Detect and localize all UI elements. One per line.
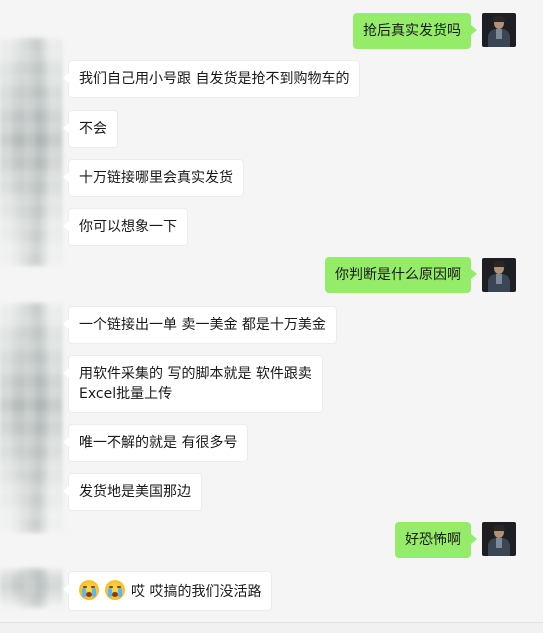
message-text: 用软件采集的 写的脚本就是 软件跟卖 Excel批量上传 (79, 366, 312, 402)
blurred-avatar[interactable] (0, 303, 62, 533)
incoming-message-bubble[interactable]: 不会 (63, 110, 118, 148)
incoming-message-bubble[interactable]: 十万链接哪里会真实发货 (63, 159, 244, 197)
message-text: 你可以想象一下 (79, 219, 177, 235)
incoming-message-bubble[interactable]: 我们自己用小号跟 自发货是抢不到购物车的 (62, 60, 361, 98)
message-text: 唯一不解的就是 有很多号 (79, 435, 238, 451)
outgoing-message-bubble[interactable]: 你判断是什么原因啊 (325, 257, 477, 293)
blurred-avatar[interactable] (0, 38, 62, 266)
chat-message-area: 抢后真实发货吗 我们自己用小号跟 自发货是抢不到购物车的 不会 十万链接哪里会真… (0, 0, 543, 633)
message-text: 不会 (79, 121, 107, 137)
incoming-message-bubble[interactable]: 发货地是美国那边 (63, 473, 202, 511)
incoming-message-bubble[interactable]: 你可以想象一下 (63, 208, 188, 246)
incoming-message-bubble[interactable]: 用软件采集的 写的脚本就是 软件跟卖 Excel批量上传 (63, 355, 323, 413)
my-avatar[interactable] (482, 522, 516, 556)
input-area-divider (0, 622, 543, 633)
my-avatar[interactable] (482, 258, 516, 292)
message-text: 你判断是什么原因啊 (335, 267, 461, 283)
message-text: 一个链接出一单 卖一美金 都是十万美金 (79, 317, 326, 333)
blurred-avatar[interactable] (0, 568, 62, 608)
incoming-message-bubble[interactable]: 哎 哎搞的我们没活路 (62, 571, 273, 611)
incoming-message-bubble[interactable]: 唯一不解的就是 有很多号 (62, 424, 249, 462)
crying-face-emoji (105, 580, 125, 600)
message-text: 哎 哎搞的我们没活路 (131, 584, 262, 600)
message-text: 抢后真实发货吗 (363, 23, 461, 39)
outgoing-message-bubble[interactable]: 好恐怖啊 (395, 522, 477, 558)
my-avatar[interactable] (482, 13, 516, 47)
message-text: 我们自己用小号跟 自发货是抢不到购物车的 (79, 71, 350, 87)
incoming-message-bubble[interactable]: 一个链接出一单 卖一美金 都是十万美金 (63, 306, 337, 344)
crying-face-emoji (79, 580, 99, 600)
outgoing-message-bubble[interactable]: 抢后真实发货吗 (353, 13, 477, 49)
message-text: 发货地是美国那边 (79, 484, 191, 500)
message-text: 好恐怖啊 (405, 532, 461, 548)
message-text: 十万链接哪里会真实发货 (79, 170, 233, 186)
